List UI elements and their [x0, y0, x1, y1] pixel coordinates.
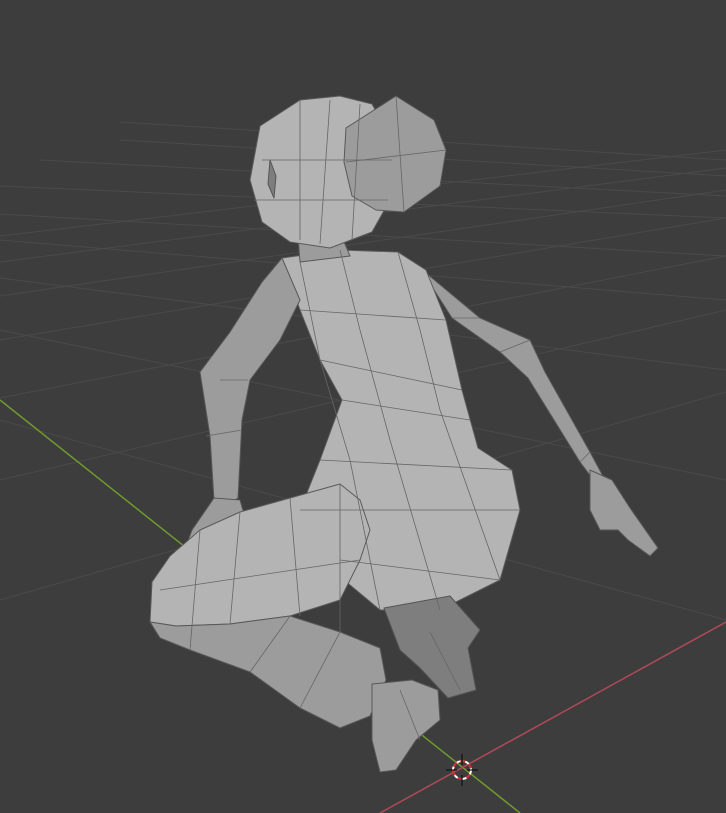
3d-viewport[interactable]	[0, 0, 726, 813]
right-hand[interactable]	[589, 469, 659, 557]
left-arm[interactable]	[199, 257, 301, 505]
left-boot[interactable]	[371, 679, 441, 773]
viewport-canvas[interactable]	[0, 0, 726, 813]
left-thigh[interactable]	[149, 483, 371, 627]
character-mesh[interactable]	[149, 95, 659, 773]
left-shin[interactable]	[149, 615, 387, 729]
